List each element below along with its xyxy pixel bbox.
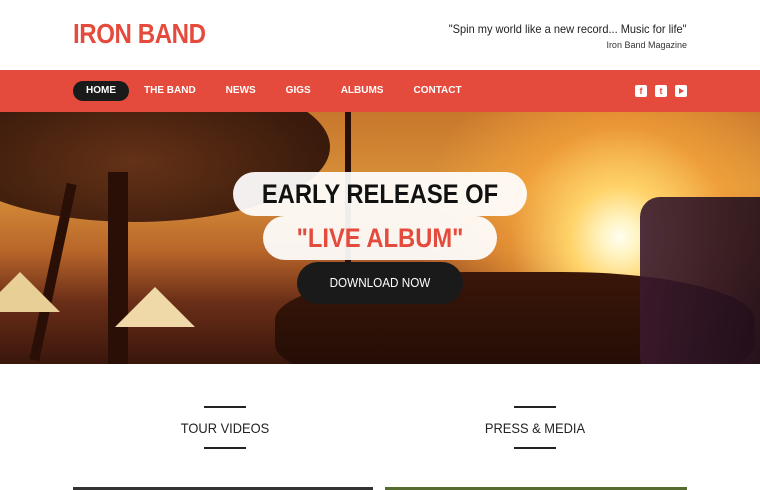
tumblr-icon[interactable]: t <box>655 85 667 97</box>
hero-stand-image <box>108 172 128 364</box>
hero-tent-image <box>115 287 195 327</box>
nav-item-gigs[interactable]: GIGS <box>271 81 326 101</box>
nav-item-news[interactable]: NEWS <box>211 81 271 101</box>
nav-item-contact[interactable]: CONTACT <box>398 81 476 101</box>
brand-logo[interactable]: IRON BAND <box>73 18 206 50</box>
hero-subtitle: "LIVE ALBUM" <box>296 223 464 253</box>
hero-drum-far-image <box>640 197 760 364</box>
section-tour-videos: TOUR VIDEOS <box>125 406 325 449</box>
nav-item-albums[interactable]: ALBUMS <box>326 81 399 101</box>
nav-item-home[interactable]: HOME <box>73 81 129 101</box>
main-navbar: HOME THE BAND NEWS GIGS ALBUMS CONTACT f… <box>0 70 760 112</box>
quote-text: "Spin my world like a new record... Musi… <box>449 22 687 36</box>
section-heading: TOUR VIDEOS <box>180 420 270 436</box>
facebook-icon[interactable]: f <box>635 85 647 97</box>
section-divider <box>204 406 246 408</box>
social-links: f t <box>635 85 687 97</box>
site-header: IRON BAND "Spin my world like a new reco… <box>0 0 760 70</box>
section-heading: PRESS & MEDIA <box>484 420 586 436</box>
download-now-label: DOWNLOAD NOW <box>329 275 431 290</box>
section-press-media: PRESS & MEDIA <box>435 406 635 449</box>
youtube-icon[interactable] <box>675 85 687 97</box>
main-nav: HOME THE BAND NEWS GIGS ALBUMS CONTACT <box>73 81 477 101</box>
section-divider <box>514 447 556 449</box>
nav-item-the-band[interactable]: THE BAND <box>129 81 211 101</box>
download-now-button[interactable]: DOWNLOAD NOW <box>297 262 463 304</box>
hero-title: EARLY RELEASE OF <box>261 179 499 209</box>
header-quote: "Spin my world like a new record... Musi… <box>428 22 687 50</box>
section-divider <box>204 447 246 449</box>
hero-tent-image <box>0 272 60 312</box>
section-divider <box>514 406 556 408</box>
quote-source: Iron Band Magazine <box>606 40 687 50</box>
